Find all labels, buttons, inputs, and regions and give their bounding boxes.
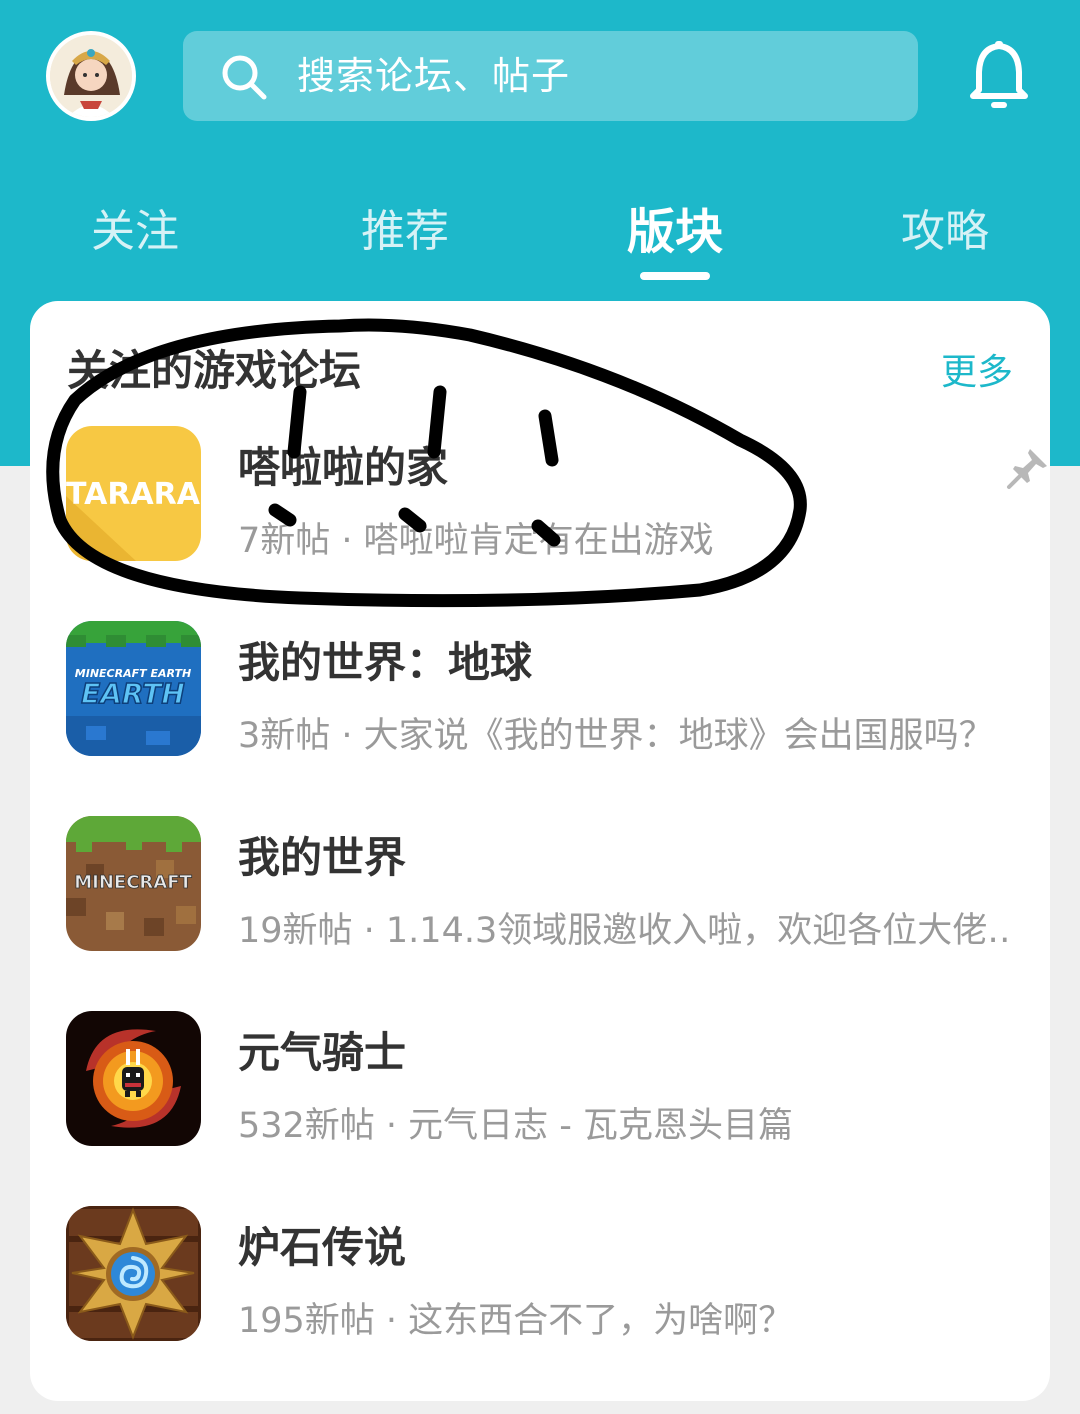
tab-follow[interactable]: 关注: [70, 190, 200, 280]
forum-name: 炉石传说: [238, 1223, 407, 1272]
forum-item-minecraft-earth[interactable]: MINECRAFT EARTH EARTH 我的世界：地球 3新帖 · 大家说《…: [66, 621, 1026, 761]
forum-latest-post: 195新帖 · 这东西合不了，为啥啊？: [238, 1301, 794, 1341]
soul-knight-icon: [66, 1011, 201, 1146]
tab-sections[interactable]: 版块: [610, 190, 740, 280]
search-icon: [222, 55, 267, 100]
search-placeholder: 搜索论坛、帖子: [297, 54, 571, 98]
forum-latest-post: 532新帖 · 元气日志 - 瓦克恩头目篇: [238, 1106, 794, 1146]
active-tab-indicator: [640, 272, 710, 280]
forum-name: 我的世界: [238, 833, 407, 882]
hearthstone-icon: [66, 1206, 201, 1341]
app-header: 搜索论坛、帖子: [0, 0, 1080, 150]
forum-latest-post: 7新帖 · 嗒啦啦肯定有在出游戏: [238, 521, 714, 561]
minecraft-icon-text: MINECRAFT: [74, 872, 192, 893]
tarara-icon-text: TARARA: [66, 477, 201, 512]
forum-name: 元气骑士: [238, 1028, 407, 1077]
avatar-image: [50, 35, 132, 117]
forum-item-minecraft[interactable]: MINECRAFT 我的世界 19新帖 · 1.14.3领域服邀收入啦，欢迎各位…: [66, 816, 1026, 956]
followed-forums-card: 关注的游戏论坛 更多 TARARA 嗒啦啦的家 7新帖 · 嗒啦啦肯定有在出游戏: [30, 301, 1050, 1401]
forum-item-soul-knight[interactable]: 元气骑士 532新帖 · 元气日志 - 瓦克恩头目篇: [66, 1011, 1026, 1151]
section-title: 关注的游戏论坛: [67, 346, 362, 395]
forum-item-tarara[interactable]: TARARA 嗒啦啦的家 7新帖 · 嗒啦啦肯定有在出游戏: [66, 426, 1047, 566]
tab-recommend[interactable]: 推荐: [340, 190, 470, 280]
forum-latest-post: 3新帖 · 大家说《我的世界：地球》会出国服吗？: [238, 716, 994, 756]
svg-text:EARTH: EARTH: [81, 677, 185, 710]
user-avatar[interactable]: [46, 31, 136, 121]
forum-item-hearthstone[interactable]: 炉石传说 195新帖 · 这东西合不了，为啥啊？: [66, 1206, 1026, 1346]
search-bar[interactable]: 搜索论坛、帖子: [183, 31, 918, 121]
more-link[interactable]: 更多: [941, 343, 1013, 395]
minecraft-earth-icon: MINECRAFT EARTH EARTH: [66, 621, 201, 756]
forum-latest-post: 19新帖 · 1.14.3领域服邀收入啦，欢迎各位大佬…: [238, 911, 1008, 951]
forum-name: 嗒啦啦的家: [238, 443, 449, 492]
pin-icon[interactable]: [1006, 446, 1050, 490]
tab-guides[interactable]: 攻略: [880, 190, 1010, 280]
minecraft-icon: MINECRAFT: [66, 816, 201, 951]
forum-name: 我的世界：地球: [238, 638, 533, 687]
tarara-icon: TARARA: [66, 426, 201, 561]
bell-icon[interactable]: [966, 40, 1032, 112]
tab-bar: 关注 推荐 版块 攻略: [0, 190, 1080, 290]
